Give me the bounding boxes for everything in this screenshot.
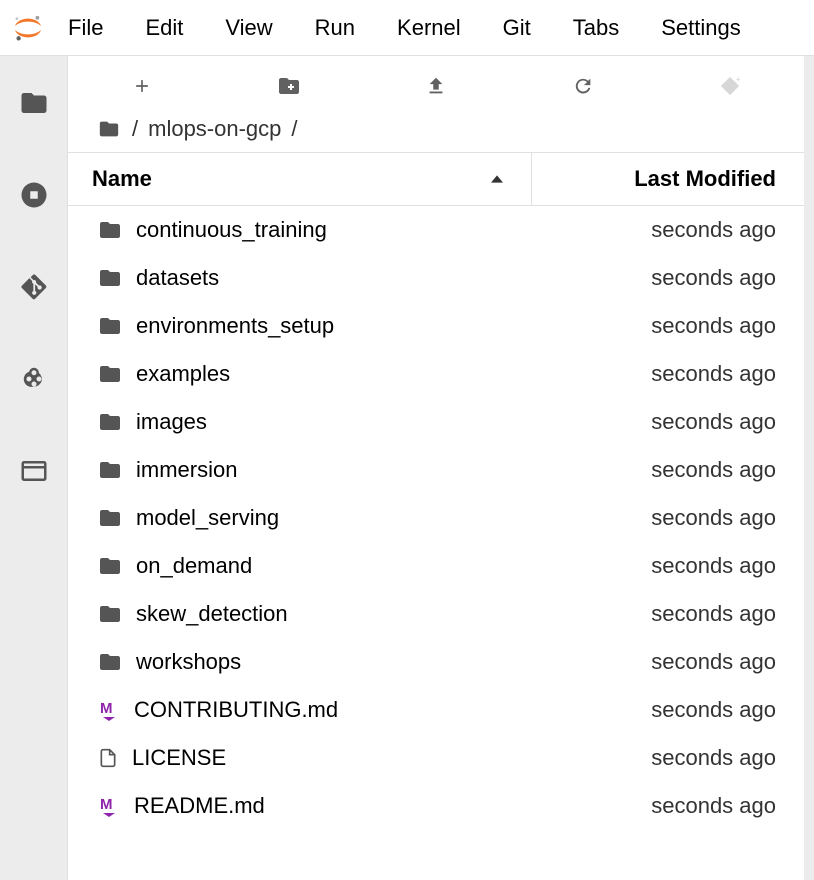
menubar-items: File Edit View Run Kernel Git Tabs Setti… xyxy=(64,11,745,45)
new-launcher-button[interactable] xyxy=(68,56,215,116)
folder-icon xyxy=(98,314,122,338)
item-name: LICENSE xyxy=(132,745,226,771)
refresh-button[interactable] xyxy=(510,56,657,116)
list-item[interactable]: examples seconds ago xyxy=(68,350,804,398)
markdown-icon: M xyxy=(98,698,120,722)
svg-text:+: + xyxy=(736,75,741,84)
filebrowser-tab-icon[interactable] xyxy=(17,86,51,120)
item-name: CONTRIBUTING.md xyxy=(134,697,338,723)
folder-icon xyxy=(98,554,122,578)
list-item[interactable]: images seconds ago xyxy=(68,398,804,446)
folder-icon xyxy=(98,602,122,626)
item-name: images xyxy=(136,409,207,435)
list-item[interactable]: datasets seconds ago xyxy=(68,254,804,302)
file-list: continuous_training seconds ago datasets… xyxy=(68,206,804,880)
menu-settings[interactable]: Settings xyxy=(657,11,745,45)
folder-icon xyxy=(98,218,122,242)
item-modified: seconds ago xyxy=(532,505,804,531)
item-modified: seconds ago xyxy=(532,745,804,771)
right-dock-edge[interactable] xyxy=(804,56,814,880)
folder-icon xyxy=(98,362,122,386)
item-name: README.md xyxy=(134,793,265,819)
folder-icon xyxy=(98,118,120,140)
item-modified: seconds ago xyxy=(532,265,804,291)
item-modified: seconds ago xyxy=(532,217,804,243)
list-item[interactable]: immersion seconds ago xyxy=(68,446,804,494)
refresh-icon xyxy=(572,75,594,97)
item-name: datasets xyxy=(136,265,219,291)
column-header-name[interactable]: Name xyxy=(68,153,532,205)
activity-bar xyxy=(0,56,68,880)
git-clone-button[interactable]: + xyxy=(657,56,804,116)
menu-file[interactable]: File xyxy=(64,11,107,45)
menubar: File Edit View Run Kernel Git Tabs Setti… xyxy=(0,0,814,56)
diamond-plus-icon: + xyxy=(719,75,741,97)
item-name: examples xyxy=(136,361,230,387)
svg-text:M: M xyxy=(100,700,113,717)
breadcrumb[interactable]: / mlops-on-gcp / xyxy=(68,116,804,152)
git-tab-icon[interactable] xyxy=(17,270,51,304)
list-item[interactable]: M README.md seconds ago xyxy=(68,782,804,830)
breadcrumb-trailing: / xyxy=(291,116,297,142)
breadcrumb-sep: / xyxy=(132,116,138,142)
item-name: continuous_training xyxy=(136,217,327,243)
column-header-modified[interactable]: Last Modified xyxy=(532,153,804,205)
list-item[interactable]: model_serving seconds ago xyxy=(68,494,804,542)
extensions-tab-icon[interactable] xyxy=(17,362,51,396)
plus-icon xyxy=(132,76,152,96)
menu-edit[interactable]: Edit xyxy=(141,11,187,45)
item-modified: seconds ago xyxy=(532,697,804,723)
folder-icon xyxy=(98,506,122,530)
item-name: workshops xyxy=(136,649,241,675)
item-modified: seconds ago xyxy=(532,649,804,675)
menu-tabs[interactable]: Tabs xyxy=(569,11,623,45)
item-name: environments_setup xyxy=(136,313,334,339)
item-modified: seconds ago xyxy=(532,409,804,435)
list-item[interactable]: skew_detection seconds ago xyxy=(68,590,804,638)
upload-icon xyxy=(425,75,447,97)
markdown-icon: M xyxy=(98,794,120,818)
item-modified: seconds ago xyxy=(532,361,804,387)
folder-icon xyxy=(98,458,122,482)
list-item[interactable]: continuous_training seconds ago xyxy=(68,206,804,254)
file-browser-toolbar: + xyxy=(68,56,804,116)
svg-text:M: M xyxy=(100,796,113,813)
item-modified: seconds ago xyxy=(532,553,804,579)
list-item[interactable]: LICENSE seconds ago xyxy=(68,734,804,782)
sort-asc-icon xyxy=(491,173,503,185)
list-item[interactable]: workshops seconds ago xyxy=(68,638,804,686)
running-tab-icon[interactable] xyxy=(17,178,51,212)
folder-icon xyxy=(98,410,122,434)
jupyter-logo[interactable] xyxy=(12,12,44,44)
item-name: skew_detection xyxy=(136,601,288,627)
column-modified-label: Last Modified xyxy=(634,166,776,192)
item-name: model_serving xyxy=(136,505,279,531)
new-folder-button[interactable] xyxy=(215,56,362,116)
folder-icon xyxy=(98,266,122,290)
menu-git[interactable]: Git xyxy=(499,11,535,45)
item-modified: seconds ago xyxy=(532,793,804,819)
item-modified: seconds ago xyxy=(532,457,804,483)
menu-kernel[interactable]: Kernel xyxy=(393,11,465,45)
item-name: on_demand xyxy=(136,553,252,579)
list-item[interactable]: environments_setup seconds ago xyxy=(68,302,804,350)
item-modified: seconds ago xyxy=(532,601,804,627)
file-browser-panel: + / mlops-on-gcp / Name La xyxy=(68,56,804,880)
new-folder-icon xyxy=(277,74,301,98)
tabs-tab-icon[interactable] xyxy=(17,454,51,488)
breadcrumb-segment[interactable]: mlops-on-gcp xyxy=(148,116,281,142)
menu-view[interactable]: View xyxy=(221,11,276,45)
item-modified: seconds ago xyxy=(532,313,804,339)
upload-button[interactable] xyxy=(362,56,509,116)
file-icon xyxy=(98,746,118,770)
folder-icon xyxy=(98,650,122,674)
list-item[interactable]: M CONTRIBUTING.md seconds ago xyxy=(68,686,804,734)
list-item[interactable]: on_demand seconds ago xyxy=(68,542,804,590)
column-name-label: Name xyxy=(92,166,152,192)
menu-run[interactable]: Run xyxy=(311,11,359,45)
item-name: immersion xyxy=(136,457,237,483)
file-list-header: Name Last Modified xyxy=(68,152,804,206)
